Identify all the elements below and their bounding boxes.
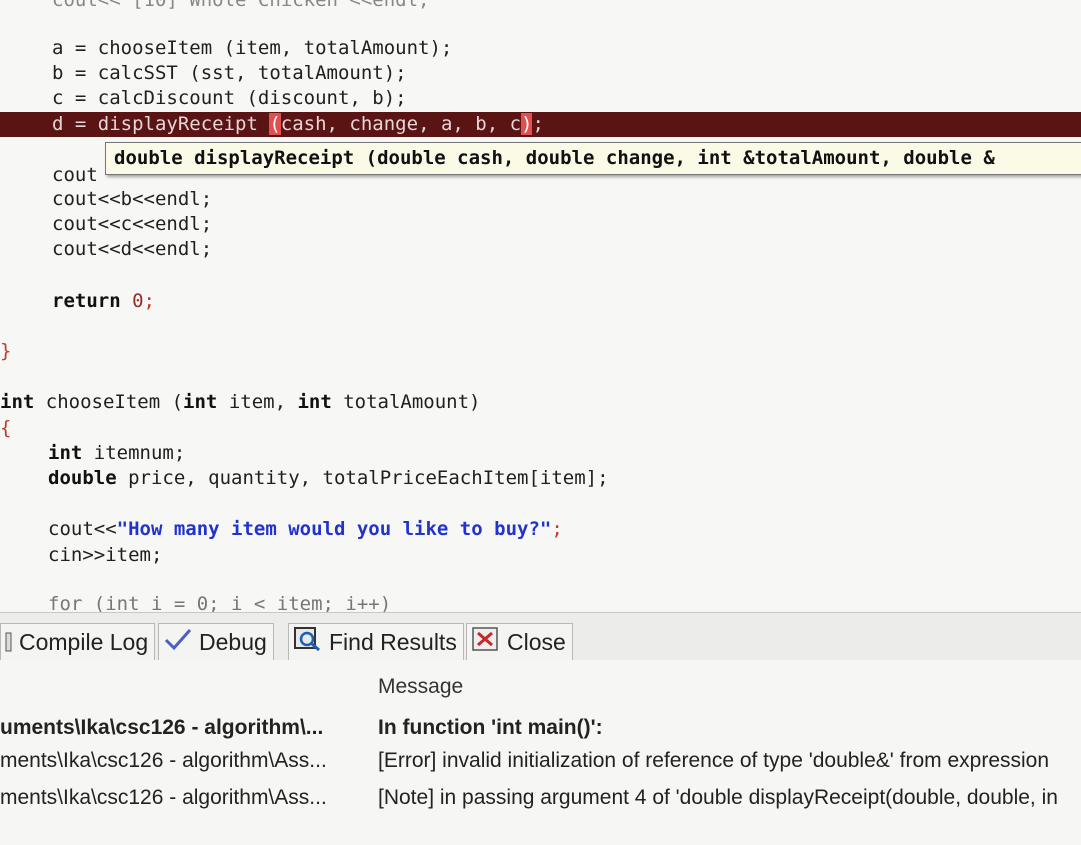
find-results-icon <box>293 626 323 662</box>
keyword-int: int <box>48 442 83 464</box>
code-token: totalAmount) <box>331 391 481 413</box>
paren-match-close: ) <box>521 113 533 135</box>
tab-compile-log[interactable]: Compile Log <box>0 623 156 662</box>
tab-label: Close <box>507 629 566 655</box>
error-highlight-row: d = displayReceipt (cash, change, a, b, … <box>0 112 1081 137</box>
code-line-cout-c: cout<<c<<endl; <box>52 213 213 235</box>
code-line-cout-a: cout <box>52 164 98 186</box>
code-token: chooseItem ( <box>34 391 184 413</box>
code-token: cout<< <box>48 518 117 540</box>
bottom-panel-tabs: Compile Log Debug Find Results Close <box>0 612 1081 661</box>
message-text: [Error] invalid initialization of refere… <box>378 749 1050 772</box>
compiler-messages-panel: Message uments\Ika\csc126 - algorithm\..… <box>0 660 1081 845</box>
code-line-calc-discount-call: c = calcDiscount (discount, b); <box>52 87 407 109</box>
function-signature-tooltip: double displayReceipt (double cash, doub… <box>105 142 1081 175</box>
code-token: itemnum; <box>82 442 186 464</box>
code-token: ; <box>532 113 544 135</box>
code-editor[interactable]: cout<<"[10] Whole Chicken"<<endl; a = ch… <box>0 0 1081 612</box>
number-literal: 0 <box>132 290 144 312</box>
keyword-int: int <box>297 391 332 413</box>
code-line-for-loop-partial: for (int i = 0; i < item; i++) <box>48 593 392 612</box>
code-line-cin-item: cin>>item; <box>48 544 163 566</box>
message-row[interactable]: ments\Ika\csc126 - algorithm\Ass... [Err… <box>0 749 1081 783</box>
opening-brace: { <box>0 417 12 439</box>
code-token: d = displayReceipt <box>52 113 270 135</box>
code-token: ; <box>143 290 155 312</box>
keyword-int: int <box>183 391 218 413</box>
code-line-cout-b: cout<<b<<endl; <box>52 188 213 210</box>
message-row[interactable]: ments\Ika\csc126 - algorithm\Ass... [Not… <box>0 786 1081 820</box>
message-row[interactable]: uments\Ika\csc126 - algorithm\... In fun… <box>0 716 1081 750</box>
code-line-cout-prompt: cout<<"How many item would you like to b… <box>48 517 563 542</box>
code-line-partial: cout<<"[10] Whole Chicken"<<endl; <box>52 0 430 11</box>
message-file: ments\Ika\csc126 - algorithm\Ass... <box>0 749 327 772</box>
message-file: ments\Ika\csc126 - algorithm\Ass... <box>0 786 327 809</box>
keyword-double: double <box>48 467 117 489</box>
code-line-price-decl: double price, quantity, totalPriceEachIt… <box>48 466 609 491</box>
message-column-header[interactable]: Message <box>378 675 463 699</box>
compile-log-icon <box>5 626 13 662</box>
tab-debug[interactable]: Debug <box>158 623 274 660</box>
keyword-int: int <box>0 391 35 413</box>
message-text: In function 'int main()': <box>378 716 603 739</box>
string-literal: "How many item would you like to buy?" <box>116 518 552 540</box>
code-line-choose-item-call: a = chooseItem (item, totalAmount); <box>52 37 453 59</box>
tab-label: Compile Log <box>19 629 149 655</box>
code-line-function-signature: int chooseItem (int item, int totalAmoun… <box>0 390 481 415</box>
code-token: item, <box>217 391 298 413</box>
code-line-cout-d: cout<<d<<endl; <box>52 238 213 260</box>
keyword-return: return <box>52 290 133 312</box>
code-line-calc-sst-call: b = calcSST (sst, totalAmount); <box>52 62 407 84</box>
code-token: price, quantity, totalPriceEachItem[item… <box>116 467 609 489</box>
message-text: [Note] in passing argument 4 of 'double … <box>378 786 1058 809</box>
code-token: cash, change, a, b, c <box>280 113 522 135</box>
code-line-display-receipt-call: d = displayReceipt (cash, change, a, b, … <box>52 112 544 137</box>
code-token: ; <box>551 518 563 540</box>
tab-label: Debug <box>199 629 267 655</box>
tab-close[interactable]: Close <box>466 623 573 660</box>
tab-label: Find Results <box>329 629 457 655</box>
closing-brace: } <box>0 340 12 362</box>
close-icon <box>471 626 501 662</box>
message-file: uments\Ika\csc126 - algorithm\... <box>0 716 324 739</box>
tab-find-results[interactable]: Find Results <box>288 623 464 660</box>
checkmark-icon <box>163 626 193 662</box>
paren-match-open: ( <box>269 113 281 135</box>
code-line-return: return 0; <box>52 289 155 314</box>
code-line-itemnum-decl: int itemnum; <box>48 441 185 466</box>
